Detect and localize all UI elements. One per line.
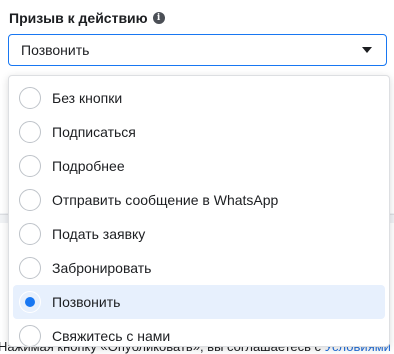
field-label: Призыв к действию bbox=[9, 10, 148, 26]
radio-button[interactable] bbox=[19, 87, 41, 109]
radio-button[interactable] bbox=[19, 291, 41, 313]
radio-button[interactable] bbox=[19, 121, 41, 143]
dropdown-options: Без кнопки Подписаться Подробнее Отправить … bbox=[9, 81, 389, 346]
dropdown-option[interactable]: Позвонить bbox=[13, 285, 385, 319]
radio-button[interactable] bbox=[19, 189, 41, 211]
dropdown-option[interactable]: Подать заявку bbox=[13, 217, 385, 251]
radio-button[interactable] bbox=[19, 257, 41, 279]
radio-button[interactable] bbox=[19, 155, 41, 177]
select-value: Позвонить bbox=[21, 42, 90, 58]
dropdown-option-label: Позвонить bbox=[52, 294, 121, 310]
page: Нажимая кнопку «Опубликовать», вы соглаш… bbox=[0, 0, 394, 354]
radio-selected-dot bbox=[25, 297, 35, 307]
dropdown-option-label: Свяжитесь с нами bbox=[52, 328, 171, 344]
dropdown-option[interactable]: Подписаться bbox=[13, 115, 385, 149]
dropdown-menu: Без кнопки Подписаться Подробнее Отправить … bbox=[8, 75, 390, 347]
radio-button[interactable] bbox=[19, 325, 41, 346]
dropdown-option-label: Отправить сообщение в WhatsApp bbox=[52, 192, 279, 208]
dropdown-option-label: Без кнопки bbox=[52, 90, 123, 106]
radio-button[interactable] bbox=[19, 223, 41, 245]
dropdown-option[interactable]: Забронировать bbox=[13, 251, 385, 285]
field-label-row: Призыв к действию i bbox=[9, 9, 165, 27]
call-to-action-select[interactable]: Позвонить bbox=[8, 34, 387, 66]
dropdown-option[interactable]: Отправить сообщение в WhatsApp bbox=[13, 183, 385, 217]
dropdown-option-label: Подписаться bbox=[52, 124, 136, 140]
dropdown-option[interactable]: Свяжитесь с нами bbox=[13, 319, 385, 346]
caret-down-icon bbox=[362, 47, 372, 53]
dropdown-option-label: Подробнее bbox=[52, 158, 125, 174]
dropdown-option[interactable]: Без кнопки bbox=[13, 81, 385, 115]
info-icon[interactable]: i bbox=[152, 12, 165, 24]
dropdown-option-label: Забронировать bbox=[52, 260, 152, 276]
dropdown-option[interactable]: Подробнее bbox=[13, 149, 385, 183]
dropdown-option-label: Подать заявку bbox=[52, 226, 146, 242]
